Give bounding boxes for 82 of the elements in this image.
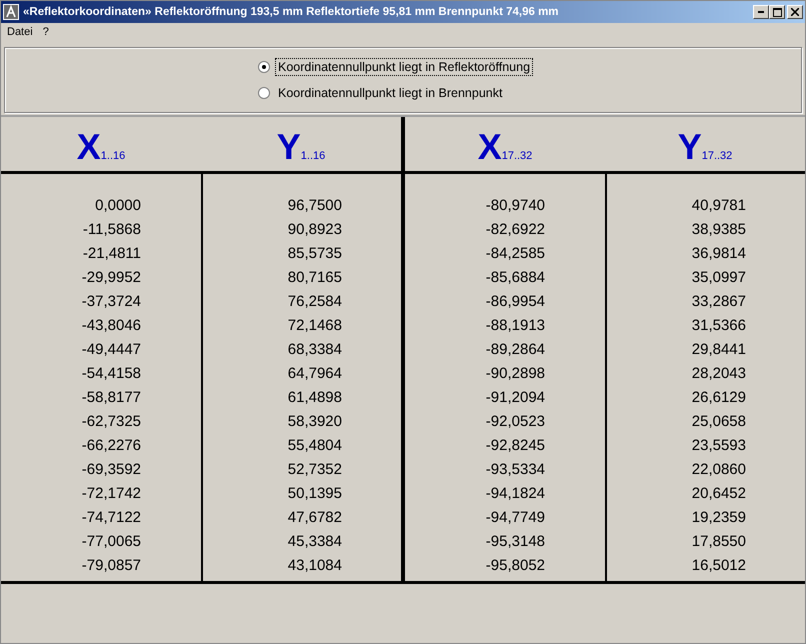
table-cell-text: -93,5334 [486,460,545,480]
table-cell-text: -92,8245 [486,436,545,456]
table-cell-text: -94,1824 [486,484,545,504]
table-cell-text: 47,6782 [288,508,342,528]
table-cell-text: 20,6452 [692,484,746,504]
table-cell-text: -92,0523 [486,412,545,432]
table-cell-text: 0,0000 [95,196,141,216]
table-cell-text: 55,4804 [288,436,342,456]
table-cell-text: -82,6922 [486,220,545,240]
table-cell-text: 64,7964 [288,364,342,384]
table-cell-text: -21,4811 [82,244,141,264]
table-cell-text: -29,9952 [82,268,141,288]
table-cell-text: -84,2585 [486,244,545,264]
table-cell-text: 68,3384 [288,340,342,360]
table-cell-text: -85,6884 [486,268,545,288]
table-cell-text: 25,0658 [692,412,746,432]
table-cell-text: 31,5366 [692,316,746,336]
table-cell-text: -88,1913 [486,316,545,336]
table-cell-text: 22,0860 [692,460,746,480]
table-cell-text: -95,3148 [486,532,545,552]
table-cell-text: -91,2094 [486,388,545,408]
table-cell-text: 45,3384 [288,532,342,552]
minimize-button[interactable] [753,5,769,19]
table-cell-text: -90,2898 [486,364,545,384]
table-cell-text: -69,3592 [82,460,141,480]
table-cell-text: 50,1395 [288,484,342,504]
table-cell-text: -37,3724 [82,292,141,312]
table-cell-text: 28,2043 [692,364,746,384]
table-cell-text: 23,5593 [692,436,746,456]
maximize-icon [772,8,782,16]
table-cell-text: -86,9954 [486,292,545,312]
column-header: Y1..16 [276,125,326,168]
table-cell-text: -49,4447 [82,340,141,360]
table-cell-text: 16,5012 [692,556,746,576]
table-cell-text: -11,5868 [82,220,141,240]
option-label[interactable]: Koordinatennullpunkt liegt in Reflektoröffnung [275,58,534,76]
table-cell-text: -66,2276 [82,436,141,456]
table-cell-text: -43,8046 [82,316,141,336]
table-cell-text: 19,2359 [692,508,746,528]
table-cell-text: -74,7122 [82,508,141,528]
table-cell-text: 43,1084 [288,556,342,576]
close-icon [791,8,799,16]
app-icon [3,4,19,20]
radio-button[interactable] [258,61,270,73]
column-header: X17..32 [478,125,532,168]
table-cell-text: 61,4898 [288,388,342,408]
table-cell-text: -58,8177 [82,388,141,408]
menu-item[interactable]: Datei [7,26,33,38]
table-cell-text: 85,5735 [288,244,342,264]
table-cell-text: 29,8441 [692,340,746,360]
table-cell-text: 52,7352 [288,460,342,480]
table-cell-text: -79,0857 [82,556,141,576]
table-cell-text: 38,9385 [692,220,746,240]
table-cell-text: 35,0997 [692,268,746,288]
table-cell-text: 58,3920 [288,412,342,432]
column-header: X1..16 [76,125,126,168]
table-cell-text: -72,1742 [82,484,141,504]
table-cell-text: 40,9781 [692,196,746,216]
table-cell-text: 90,8923 [288,220,342,240]
table-cell-text: -77,0065 [82,532,141,552]
window-title: «Reflektorkoordinaten» Reflektoröffnung 193,5 mm Reflektortiefe 95,81 mm Brennpunkt 74,96 mm [23,6,559,18]
menu-item[interactable]: ? [42,26,49,38]
table-cell-text: -54,4158 [82,364,141,384]
maximize-button[interactable] [769,5,785,19]
table-cell-text: 17,8550 [692,532,746,552]
table-cell-text: -95,8052 [486,556,545,576]
column-header: Y17..32 [678,125,732,168]
minimize-icon [758,11,764,13]
table-cell-text: 33,2867 [692,292,746,312]
option-label[interactable]: Koordinatennullpunkt liegt in Brennpunkt [275,84,506,102]
table-cell-text: -89,2864 [486,340,545,360]
close-button[interactable] [787,5,803,19]
table-cell-text: -80,9740 [486,196,545,216]
table-cell-text: 96,7500 [288,196,342,216]
table-cell-text: -62,7325 [82,412,141,432]
table-cell-text: 72,1468 [288,316,342,336]
table-cell-text: -94,7749 [486,508,545,528]
radio-button[interactable] [258,87,270,99]
table-cell-text: 80,7165 [288,268,342,288]
table-cell-text: 76,2584 [288,292,342,312]
table-cell-text: 26,6129 [692,388,746,408]
table-cell-text: 36,9814 [692,244,746,264]
